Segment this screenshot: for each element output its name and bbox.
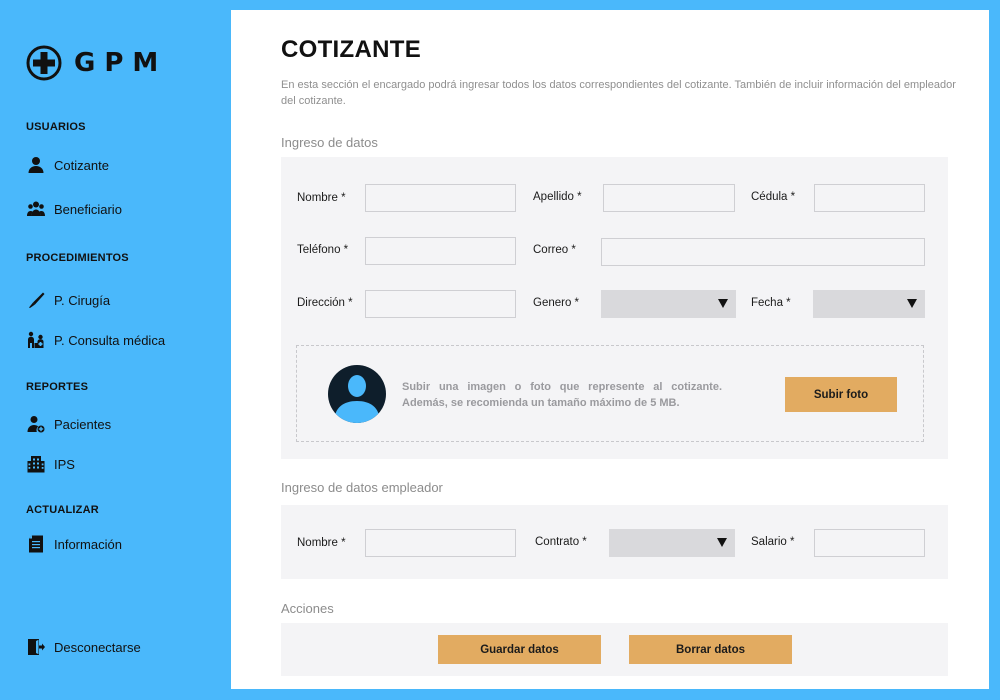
sidebar-item-label: Cotizante: [54, 157, 109, 173]
genero-label: Genero *: [533, 297, 580, 309]
page-title: COTIZANTE: [281, 36, 422, 63]
apellido-input[interactable]: [603, 184, 735, 212]
sidebar-item-beneficiario[interactable]: Beneficiario: [26, 198, 122, 220]
brand-logo[interactable]: GPM: [26, 45, 167, 81]
employer-nombre-label: Nombre *: [297, 537, 346, 549]
personal-section-title: Ingreso de datos: [281, 135, 378, 150]
salario-label: Salario *: [751, 536, 795, 548]
fecha-select[interactable]: [813, 290, 925, 318]
plus-cross-logo-icon: [26, 45, 62, 81]
employer-section-title: Ingreso de datos empleador: [281, 480, 443, 495]
sidebar-item-label: Beneficiario: [54, 201, 122, 217]
sidebar-item-cirugia[interactable]: P. Cirugía: [26, 289, 110, 311]
employer-data-panel: Nombre * Contrato * Salario *: [281, 505, 948, 579]
clear-button[interactable]: Borrar datos: [629, 635, 792, 664]
sidebar-item-label: P. Cirugía: [54, 292, 111, 308]
scalpel-icon: [26, 290, 46, 310]
upload-instructions: Subir una imagen o foto que represente a…: [402, 381, 722, 409]
page-description: En esta sección el encargado podrá ingre…: [281, 79, 956, 107]
logout-label: Desconectarse: [54, 639, 141, 655]
nombre-label: Nombre *: [297, 192, 346, 204]
sidebar-item-label: Información: [54, 536, 122, 552]
section-title-actualizar: ACTUALIZAR: [26, 504, 99, 516]
employer-nombre-input[interactable]: [365, 529, 516, 557]
genero-select[interactable]: [601, 290, 736, 318]
salario-input[interactable]: [814, 529, 925, 557]
correo-input[interactable]: [601, 238, 925, 266]
apellido-label: Apellido *: [533, 191, 582, 203]
section-title-procedimientos: PROCEDIMIENTOS: [26, 252, 129, 264]
sidebar-item-ips[interactable]: IPS: [26, 453, 75, 475]
nombre-input[interactable]: [365, 184, 516, 212]
chevron-down-icon: [907, 299, 917, 308]
chevron-down-icon: [717, 538, 727, 547]
section-title-reportes: REPORTES: [26, 381, 89, 393]
direccion-input[interactable]: [365, 290, 516, 318]
consultation-icon: [26, 330, 46, 350]
sidebar-item-label: P. Consulta médica: [54, 332, 166, 348]
upload-photo-button[interactable]: Subir foto: [785, 377, 897, 412]
actions-section-title: Acciones: [281, 601, 334, 616]
sidebar-item-pacientes[interactable]: Pacientes: [26, 413, 111, 435]
patient-icon: [26, 414, 46, 434]
sidebar: GPM USUARIOS Cotizante Beneficiario PROC…: [0, 0, 231, 700]
cedula-input[interactable]: [814, 184, 925, 212]
group-icon: [26, 199, 46, 219]
main-content: COTIZANTE En esta sección el encargado p…: [231, 10, 989, 689]
photo-upload-zone[interactable]: Subir una imagen o foto que represente a…: [296, 345, 924, 442]
chevron-down-icon: [718, 299, 728, 308]
cedula-label: Cédula *: [751, 191, 796, 203]
brand-name: GPM: [74, 48, 168, 78]
telefono-input[interactable]: [365, 237, 516, 265]
actions-panel: Guardar datos Borrar datos: [281, 623, 948, 676]
building-icon: [26, 454, 46, 474]
contrato-select[interactable]: [609, 529, 735, 557]
avatar-placeholder-icon: [328, 365, 386, 423]
sidebar-item-label: IPS: [54, 456, 75, 472]
document-icon: [26, 534, 46, 554]
user-icon: [26, 155, 46, 175]
telefono-label: Teléfono *: [297, 244, 349, 256]
fecha-label: Fecha *: [751, 297, 791, 309]
save-button[interactable]: Guardar datos: [438, 635, 601, 664]
direccion-label: Dirección *: [297, 297, 353, 309]
correo-label: Correo *: [533, 244, 576, 256]
section-title-usuarios: USUARIOS: [26, 121, 86, 133]
contrato-label: Contrato *: [535, 536, 587, 548]
logout-icon: [26, 637, 46, 657]
sidebar-item-informacion[interactable]: Información: [26, 533, 122, 555]
sidebar-item-label: Pacientes: [54, 416, 112, 432]
sidebar-item-consulta-medica[interactable]: P. Consulta médica: [26, 329, 165, 351]
personal-data-panel: Nombre * Apellido * Cédula * Teléfono * …: [281, 157, 948, 459]
logout-button[interactable]: Desconectarse: [26, 636, 141, 658]
sidebar-item-cotizante[interactable]: Cotizante: [26, 154, 109, 176]
